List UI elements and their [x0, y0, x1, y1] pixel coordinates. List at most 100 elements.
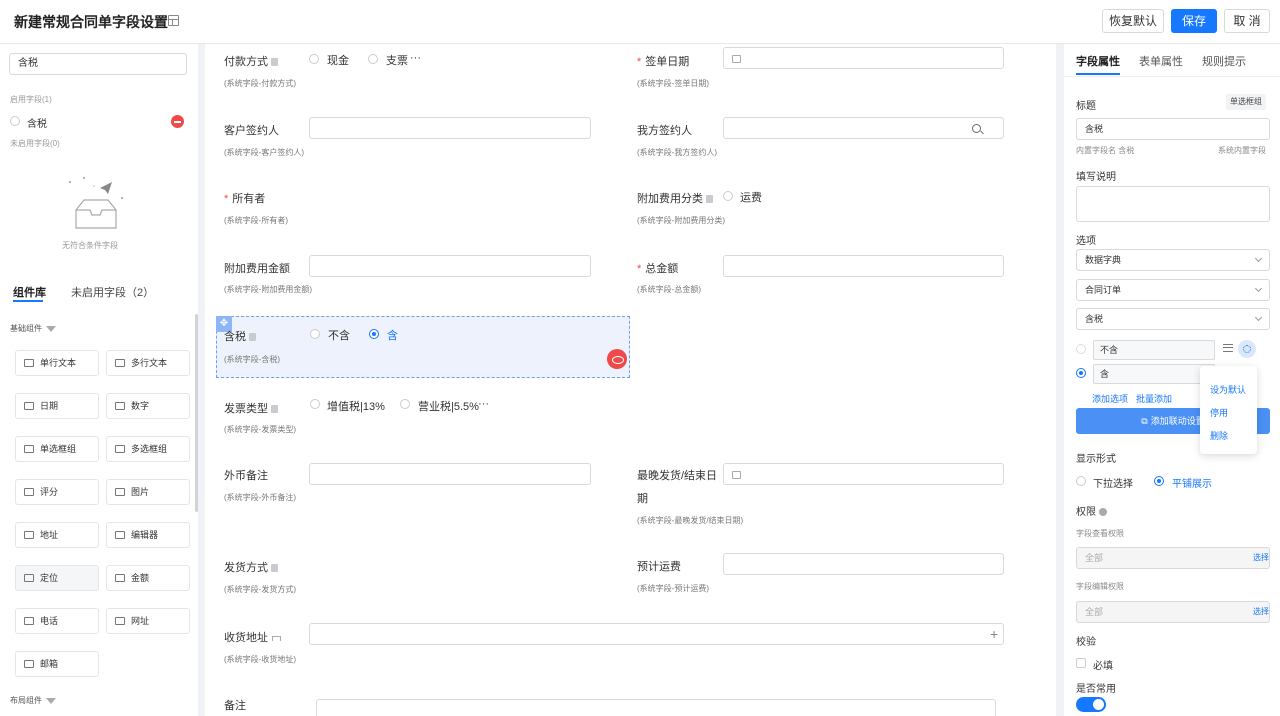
choose-view-perm-link[interactable]: 选择: [1253, 548, 1269, 568]
tab-form-props[interactable]: 表单属性: [1139, 53, 1183, 69]
cancel-button[interactable]: 取 消: [1224, 9, 1270, 33]
component-tile[interactable]: 图片: [106, 479, 190, 505]
radio-icon[interactable]: [400, 399, 410, 409]
radio-icon[interactable]: [368, 54, 378, 64]
search-icon[interactable]: [972, 124, 981, 133]
component-tile[interactable]: 评分: [15, 479, 99, 505]
our-signer-input[interactable]: [723, 117, 1004, 139]
est-freight-input[interactable]: [723, 553, 1004, 575]
radio-group-icon: [24, 445, 34, 453]
menu-disable[interactable]: 停用: [1210, 406, 1228, 419]
item-select[interactable]: 含税: [1076, 308, 1270, 330]
radio-icon[interactable]: [723, 191, 733, 201]
plus-icon[interactable]: +: [990, 627, 998, 641]
component-label: 单选框组: [40, 444, 77, 454]
save-button[interactable]: 保存: [1171, 9, 1217, 33]
choose-edit-perm-link[interactable]: 选择: [1253, 602, 1269, 622]
left-panel: 含税 启用字段(1) 含税 未启用字段(0) 无符合条件字段 组件库 未启用字段…: [0, 44, 198, 716]
radio-icon[interactable]: [310, 399, 320, 409]
extra-fee-amount-input[interactable]: [309, 255, 591, 277]
field-label-ship-address[interactable]: 收货地址: [224, 629, 281, 645]
help-icon[interactable]: [1099, 508, 1107, 516]
option-input[interactable]: 含: [1093, 364, 1215, 384]
dict-select[interactable]: 合同订单: [1076, 279, 1270, 301]
more-options[interactable]: ···: [410, 52, 421, 64]
basic-group-header[interactable]: 基础组件: [10, 323, 56, 334]
component-tile[interactable]: 地址: [15, 522, 99, 548]
restore-default-button[interactable]: 恢复默认: [1102, 9, 1164, 33]
radio-checked-icon[interactable]: [1154, 476, 1164, 486]
ship-address-input[interactable]: +: [309, 623, 1004, 645]
field-label-ship-method[interactable]: 发货方式: [224, 559, 278, 575]
tab-components[interactable]: 组件库: [13, 284, 46, 300]
customer-signer-input[interactable]: [309, 117, 591, 139]
left-scrollbar[interactable]: [195, 314, 198, 512]
batch-add-link[interactable]: 批量添加: [1136, 392, 1172, 405]
field-label-invoice-type[interactable]: 发票类型: [224, 400, 278, 416]
option-settings-gear-icon[interactable]: [1238, 340, 1256, 358]
menu-set-default[interactable]: 设为默认: [1210, 383, 1246, 396]
field-label-owner[interactable]: * 所有者: [224, 190, 265, 206]
required-checkbox[interactable]: [1076, 658, 1086, 668]
layout-icon[interactable]: [168, 15, 179, 26]
common-toggle[interactable]: [1076, 697, 1106, 712]
component-tile[interactable]: 单选框组: [15, 436, 99, 462]
component-tile[interactable]: 数字: [106, 393, 190, 419]
fx-note-input[interactable]: [309, 463, 591, 485]
selected-field-tax[interactable]: ✥: [216, 316, 630, 378]
remove-field-icon[interactable]: [171, 115, 184, 128]
visibility-eye-icon[interactable]: [607, 349, 627, 369]
component-tile[interactable]: 网址: [106, 608, 190, 634]
option-input[interactable]: 不含: [1093, 340, 1215, 360]
tab-rule-hints[interactable]: 规则提示: [1202, 53, 1246, 69]
component-tile[interactable]: 电话: [15, 608, 99, 634]
component-tile[interactable]: 定位: [15, 565, 99, 591]
radio-icon[interactable]: [1076, 476, 1086, 486]
field-label-tax[interactable]: 含税: [224, 328, 256, 344]
title-input[interactable]: 含税: [1076, 118, 1270, 140]
field-label-extra-fee-amount[interactable]: 附加费用金额: [224, 260, 290, 276]
component-tile[interactable]: 单行文本: [15, 350, 99, 376]
component-tile[interactable]: 多行文本: [106, 350, 190, 376]
view-perm-input[interactable]: 全部 选择: [1076, 547, 1270, 569]
field-label-customer-signer[interactable]: 客户签约人: [224, 122, 279, 138]
component-tile[interactable]: 多选框组: [106, 436, 190, 462]
desc-textarea[interactable]: [1076, 186, 1270, 222]
radio-icon[interactable]: [309, 54, 319, 64]
select-value: 合同订单: [1085, 285, 1122, 295]
drag-sort-icon[interactable]: [1223, 344, 1233, 352]
field-label-fx-note[interactable]: 外币备注: [224, 467, 268, 483]
enabled-field-item[interactable]: 含税: [27, 115, 47, 130]
more-options[interactable]: ···: [478, 398, 489, 410]
option-default-radio[interactable]: [1076, 344, 1086, 354]
total-amount-input[interactable]: [723, 255, 1004, 277]
tab-field-props[interactable]: 字段属性: [1076, 53, 1120, 75]
field-label-extra-fee-type[interactable]: 附加费用分类: [637, 190, 713, 206]
edit-perm-input[interactable]: 全部 选择: [1076, 601, 1270, 623]
field-label-latest-ship-date[interactable]: 最晚发货/结束日: [637, 467, 717, 483]
sign-date-input[interactable]: [723, 47, 1004, 69]
add-option-link[interactable]: 添加选项: [1092, 392, 1128, 405]
component-tile[interactable]: 邮箱: [15, 651, 99, 677]
component-tile[interactable]: 日期: [15, 393, 99, 419]
component-tile[interactable]: 金额: [106, 565, 190, 591]
latest-ship-date-input[interactable]: [723, 463, 1004, 485]
tab-unused-fields[interactable]: 未启用字段（2）: [71, 284, 154, 300]
display-option-dropdown[interactable]: 下拉选择: [1093, 475, 1133, 490]
field-label-total-amount[interactable]: * 总金额: [637, 260, 678, 276]
field-search-input[interactable]: 含税: [9, 53, 187, 75]
radio-checked-icon[interactable]: [369, 329, 379, 339]
field-label-remark[interactable]: 备注: [224, 697, 246, 713]
field-label-est-freight[interactable]: 预计运费: [637, 558, 681, 574]
source-select[interactable]: 数据字典: [1076, 249, 1270, 271]
option-default-radio-checked[interactable]: [1076, 368, 1086, 378]
field-label-sign-date[interactable]: * 签单日期: [637, 53, 689, 69]
menu-delete[interactable]: 删除: [1210, 429, 1228, 442]
display-option-tiled[interactable]: 平铺展示: [1172, 475, 1212, 490]
component-tile[interactable]: 编辑器: [106, 522, 190, 548]
radio-icon[interactable]: [310, 329, 320, 339]
remark-textarea[interactable]: [316, 699, 996, 716]
field-label-payment[interactable]: 付款方式: [224, 53, 278, 69]
layout-group-header[interactable]: 布局组件: [10, 695, 56, 706]
field-label-our-signer[interactable]: 我方签约人: [637, 122, 692, 138]
